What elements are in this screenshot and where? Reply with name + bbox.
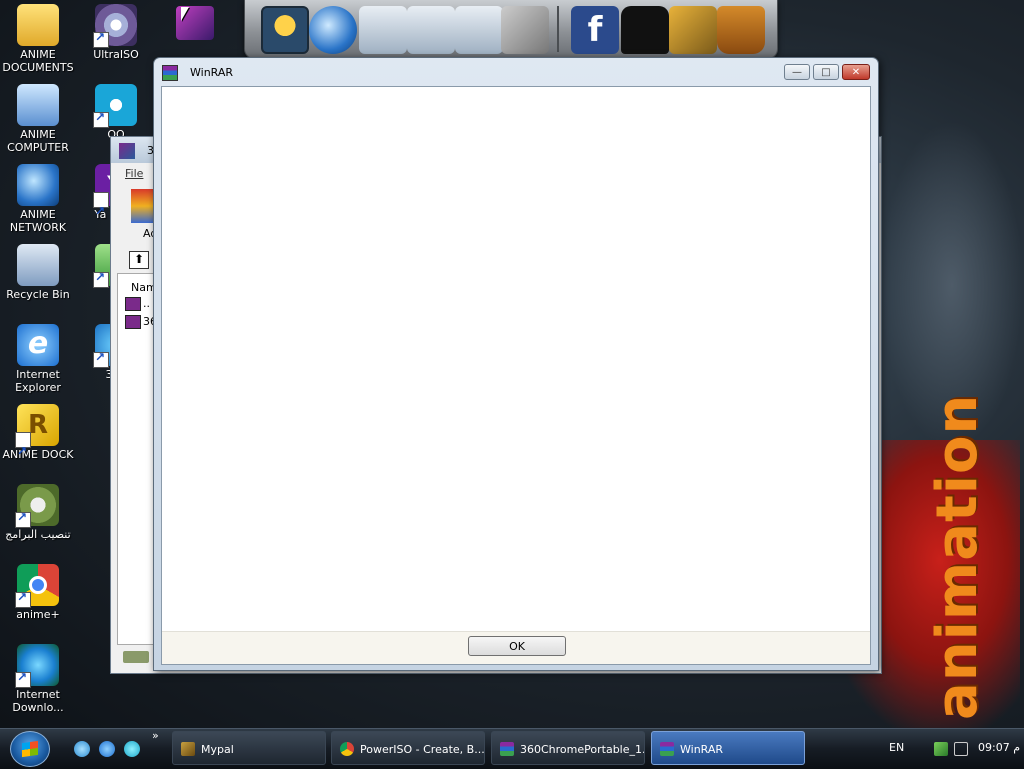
- wallpaper-text: animation: [925, 393, 990, 720]
- shortcut-arrow-icon: [93, 190, 109, 232]
- desktop-icon-label: ANIME DOCUMENTS: [2, 48, 74, 74]
- shortcut-arrow-icon: [15, 590, 31, 608]
- desktop-icon-anime-dock[interactable]: R ANIME DOCK: [2, 404, 74, 472]
- documents-folder-icon[interactable]: [359, 6, 407, 54]
- network-tray-icon[interactable]: [934, 742, 948, 756]
- naruto-monitor-icon[interactable]: [261, 6, 309, 54]
- quick-launch-app-icon[interactable]: [74, 741, 90, 757]
- globe-network-icon[interactable]: [309, 6, 357, 54]
- taskbar-item-label: PowerISO - Create, B...: [360, 743, 485, 756]
- install-programs-icon: [15, 484, 59, 528]
- desktop-icon-recycle-bin[interactable]: Recycle Bin: [2, 244, 74, 301]
- taskbar-item-360chromeportable[interactable]: 360ChromePortable_1...: [491, 731, 645, 765]
- top-dock: f: [244, 0, 778, 59]
- shortcut-arrow-icon: [93, 270, 109, 288]
- winrar-dialog: WinRAR — □ ✕ OK: [153, 57, 879, 671]
- pictures-folder-icon[interactable]: [455, 6, 503, 54]
- up-folder-button[interactable]: ⬆: [129, 251, 149, 269]
- desktop-icon-label: Recycle Bin: [6, 288, 70, 301]
- close-button[interactable]: ✕: [842, 64, 870, 80]
- desktop-icon-label: Internet Explorer: [15, 368, 61, 394]
- network-icon: [17, 164, 59, 206]
- windows-logo-icon: [22, 740, 38, 758]
- desktop-icon-label: Internet Downlo...: [12, 688, 64, 714]
- minimize-button[interactable]: —: [784, 64, 810, 80]
- taskbar-item-poweriso[interactable]: PowerISO - Create, B...: [331, 731, 485, 765]
- desktop-icon-anime-network[interactable]: ANIME NETWORK: [2, 164, 74, 234]
- bucket-icon[interactable]: [717, 6, 765, 54]
- desktop-icon-anime-documents[interactable]: ANIME DOCUMENTS: [2, 4, 74, 74]
- quick-launch-browser-icon[interactable]: [124, 741, 140, 757]
- desktop-icon-ultraiso[interactable]: UltraISO: [80, 4, 152, 61]
- dialog-footer: OK: [162, 631, 870, 664]
- winrar-icon: [119, 143, 135, 159]
- desktop-icon-label: ANIME NETWORK: [9, 208, 67, 234]
- desktop-icon-install-programs[interactable]: تنصيب البرامج: [2, 484, 74, 541]
- dock-separator: [557, 6, 559, 52]
- quick-launch-more-button[interactable]: »: [152, 729, 159, 742]
- ok-button[interactable]: OK: [468, 636, 566, 656]
- shortcut-arrow-icon: [15, 510, 31, 528]
- desktop-icon-internet-explorer[interactable]: e Internet Explorer: [2, 324, 74, 394]
- anime-dock-icon: R: [15, 404, 59, 472]
- winrar-icon: [660, 742, 674, 756]
- menu-file[interactable]: File: [125, 167, 143, 180]
- folder-icon: [125, 315, 141, 329]
- chrome-icon: [15, 564, 59, 608]
- language-indicator[interactable]: EN: [889, 741, 904, 754]
- taskbar-item-label: Mypal: [201, 743, 234, 756]
- recycle-bin-icon: [17, 244, 59, 286]
- facebook-icon[interactable]: f: [571, 6, 619, 54]
- volume-tray-icon[interactable]: [954, 742, 968, 756]
- desktop-icon-label: تنصيب البرامج: [5, 528, 71, 541]
- dialog-content: OK: [161, 86, 871, 665]
- internet-download-manager-icon: [15, 644, 59, 688]
- ultraiso-disc-icon: [93, 4, 137, 48]
- start-button[interactable]: [10, 731, 50, 767]
- shortcut-arrow-icon: [93, 30, 109, 48]
- internet-explorer-icon: e: [17, 324, 59, 366]
- desktop-icon-anime-computer[interactable]: ANIME COMPUTER: [2, 84, 74, 154]
- folder-documents-icon: [17, 4, 59, 46]
- shortcut-arrow-icon: [93, 110, 109, 128]
- tools-icon[interactable]: [501, 6, 549, 54]
- winrar-icon: [500, 742, 514, 756]
- file-row-name: ..: [143, 297, 150, 310]
- maximize-button[interactable]: □: [813, 64, 839, 80]
- shortcut-arrow-icon: [15, 430, 31, 472]
- taskbar-item-label: WinRAR: [680, 743, 724, 756]
- taskbar: » Mypal PowerISO - Create, B... 360Chrom…: [0, 728, 1024, 769]
- shortcut-arrow-icon: [93, 350, 109, 368]
- desktop-icon-internet-download-manager[interactable]: Internet Downlo...: [2, 644, 74, 714]
- computer-icon: [17, 84, 59, 126]
- desktop-icon-qq[interactable]: QQ: [80, 84, 152, 141]
- mypal-icon: [181, 742, 195, 756]
- tshirt-icon[interactable]: [621, 6, 669, 54]
- desktop-icon-anime-plus[interactable]: anime+: [2, 564, 74, 621]
- quick-launch-ie-icon[interactable]: [99, 741, 115, 757]
- system-clock[interactable]: 09:07 م: [978, 741, 1020, 754]
- desktop-icon-label: anime+: [16, 608, 60, 621]
- file-row[interactable]: ..: [125, 297, 150, 311]
- chrome-icon: [340, 742, 354, 756]
- dialog-titlebar[interactable]: WinRAR — □ ✕: [154, 58, 878, 86]
- drive-status-icon: [123, 651, 149, 663]
- desktop-icon-label: ANIME DOCK: [2, 448, 74, 461]
- qq-icon: [93, 84, 137, 128]
- winrar-icon: [162, 65, 178, 81]
- mouse-cursor-icon: [181, 7, 189, 21]
- folder-icon: [125, 297, 141, 311]
- desktop-icon-label: UltraISO: [93, 48, 139, 61]
- folder-icon[interactable]: [407, 6, 455, 54]
- taskbar-item-winrar[interactable]: WinRAR: [651, 731, 805, 765]
- taskbar-item-label: 360ChromePortable_1...: [520, 743, 645, 756]
- shortcut-arrow-icon: [15, 670, 31, 688]
- hammer-icon[interactable]: [669, 6, 717, 54]
- desktop-icon-label: ANIME COMPUTER: [7, 128, 69, 154]
- dialog-title: WinRAR: [190, 66, 234, 79]
- taskbar-item-mypal[interactable]: Mypal: [172, 731, 326, 765]
